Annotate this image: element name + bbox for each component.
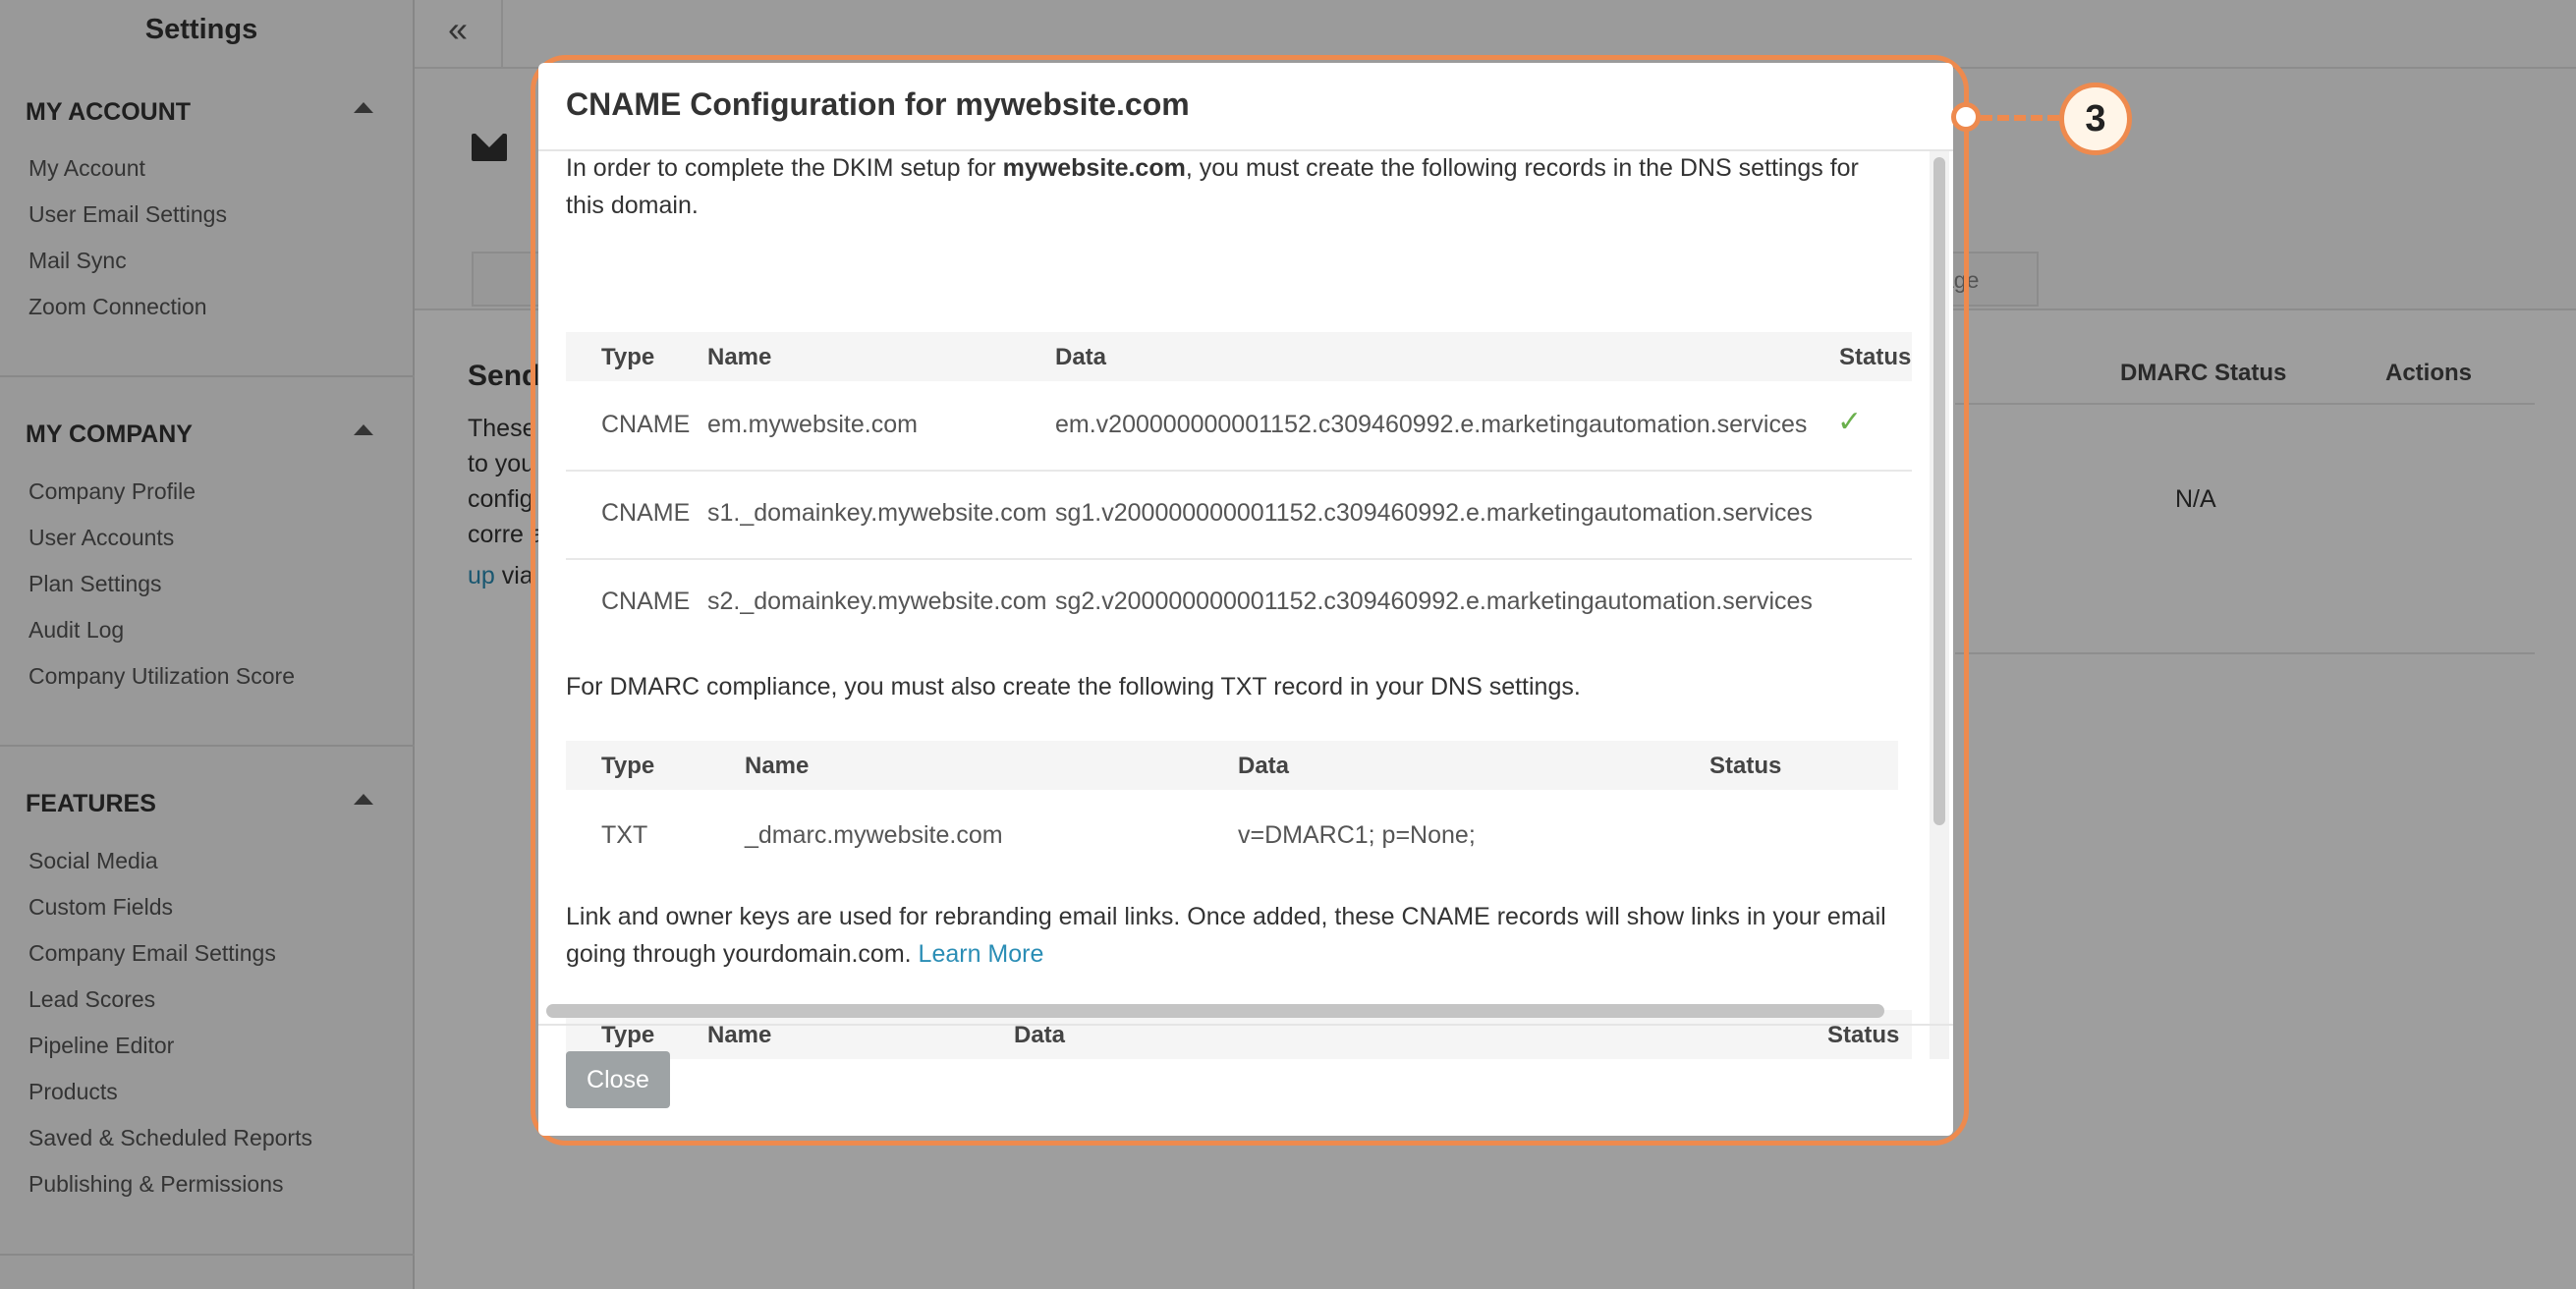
row-data: em.v200000000001152.c309460992.e.marketi…: [1055, 411, 1808, 438]
dialog-title: CNAME Configuration for mywebsite.com: [566, 86, 1190, 122]
header-status: Status: [1709, 753, 1782, 779]
header-data: Data: [1055, 344, 1107, 370]
cname-table-header: Type Name Data Status: [566, 332, 1912, 381]
header-data: Data: [1238, 753, 1290, 779]
dialog-body[interactable]: In order to complete the DKIM setup for …: [538, 151, 1924, 1059]
intro-text-start: In order to complete the DKIM setup for: [566, 154, 1003, 182]
row-type: CNAME: [601, 499, 691, 527]
header-status: Status: [1827, 1022, 1900, 1048]
header-name: Name: [707, 344, 772, 370]
link-keys-paragraph: Link and owner keys are used for rebrand…: [566, 898, 1892, 973]
verified-check-icon: ✓: [1837, 406, 1863, 438]
intro-paragraph: In order to complete the DKIM setup for …: [566, 151, 1892, 224]
vertical-scrollbar-thumb[interactable]: [1933, 157, 1945, 825]
callout-anchor-dot: [1951, 102, 1981, 132]
cname-configuration-dialog: CNAME Configuration for mywebsite.com In…: [538, 63, 1953, 1136]
row-name: s2._domainkey.mywebsite.com: [707, 588, 1047, 615]
row-name: s1._domainkey.mywebsite.com: [707, 499, 1047, 527]
callout-connector-line: [1981, 115, 2059, 121]
row-data: sg2.v200000000001152.c309460992.e.market…: [1055, 588, 1813, 615]
row-data: sg1.v200000000001152.c309460992.e.market…: [1055, 499, 1813, 527]
header-name: Name: [745, 753, 810, 779]
link-keys-text: Link and owner keys are used for rebrand…: [566, 903, 1886, 968]
intro-domain: mywebsite.com: [1002, 154, 1186, 182]
header-data: Data: [1014, 1022, 1066, 1048]
dmarc-text: For DMARC compliance, you must also crea…: [566, 673, 1581, 701]
txt-table-header: Type Name Data Status: [566, 741, 1898, 790]
header-type: Type: [601, 753, 655, 779]
learn-more-link[interactable]: Learn More: [919, 940, 1044, 968]
header-type: Type: [601, 344, 655, 370]
row-name: em.mywebsite.com: [707, 411, 918, 438]
header-type: Type: [601, 1022, 655, 1048]
row-type: CNAME: [601, 588, 691, 615]
row-type: TXT: [601, 821, 648, 849]
header-name: Name: [707, 1022, 772, 1048]
row-data: v=DMARC1; p=None;: [1238, 821, 1476, 849]
horizontal-scrollbar-thumb[interactable]: [546, 1004, 1884, 1018]
close-button[interactable]: Close: [566, 1051, 670, 1108]
row-divider: [566, 470, 1912, 472]
dialog-footer-divider: [538, 1024, 1953, 1026]
header-status: Status: [1839, 344, 1912, 370]
row-type: CNAME: [601, 411, 691, 438]
row-name: _dmarc.mywebsite.com: [745, 821, 1003, 849]
row-divider: [566, 558, 1912, 560]
callout-number-badge: 3: [2059, 83, 2132, 155]
